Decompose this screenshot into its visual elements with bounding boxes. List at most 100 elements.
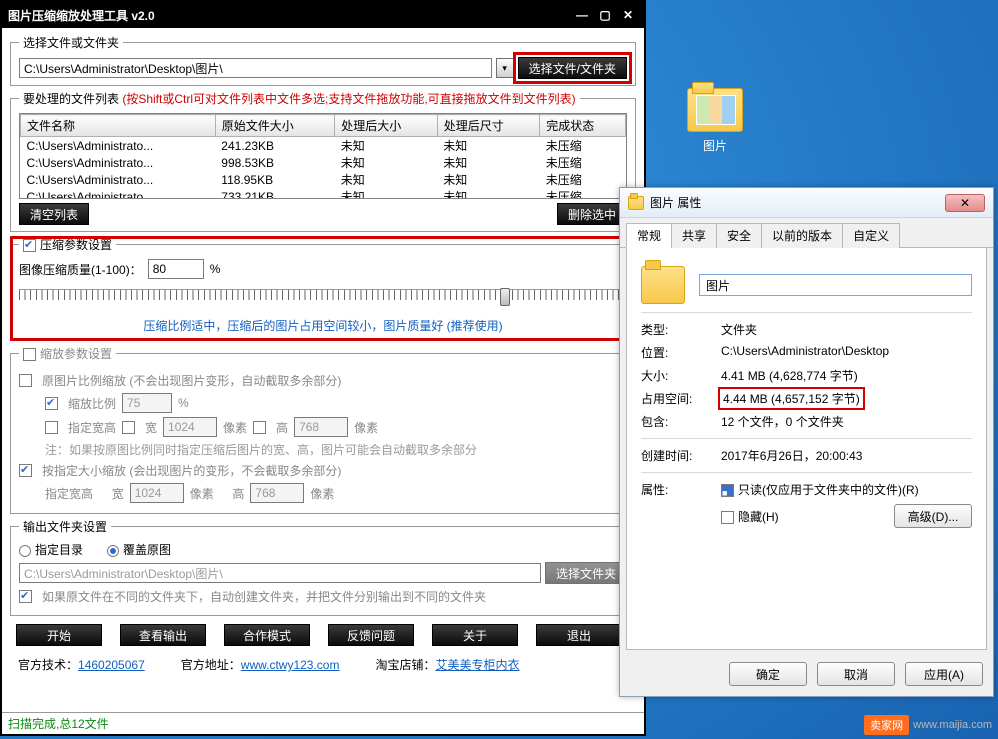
delete-selected-button[interactable]: 删除选中: [557, 203, 627, 225]
table-row[interactable]: C:\Users\Administrato...998.53KB未知未知未压缩: [21, 154, 626, 171]
fixwh-checkbox[interactable]: [45, 421, 58, 434]
type-value: 文件夹: [721, 321, 972, 338]
view-output-button[interactable]: 查看输出: [120, 624, 206, 646]
tab-security[interactable]: 安全: [716, 223, 762, 248]
disk-value: 4.44 MB (4,657,152 字节): [721, 390, 972, 407]
scale-section: 缩放参数设置 原图片比例缩放 (不会出现图片变形，自动截取多余部分) 缩放比例 …: [10, 345, 636, 514]
properties-titlebar[interactable]: 图片 属性 ✕: [620, 188, 993, 218]
scale-enable-checkbox[interactable]: [23, 348, 36, 361]
dir-radio[interactable]: [19, 545, 31, 557]
overwrite-radio[interactable]: [107, 545, 119, 557]
tab-previous[interactable]: 以前的版本: [761, 223, 843, 248]
close-icon[interactable]: [618, 7, 638, 23]
browse-button[interactable]: 选择文件/文件夹: [518, 57, 627, 79]
location-value: C:\Users\Administrator\Desktop: [721, 344, 972, 361]
table-row[interactable]: C:\Users\Administrato...118.95KB未知未知未压缩: [21, 171, 626, 188]
feedback-button[interactable]: 反馈问题: [328, 624, 414, 646]
compress-section: 压缩参数设置 图像压缩质量(1-100)： % 压缩比例适中，压缩后的图片占用空…: [10, 236, 636, 341]
apply-button[interactable]: 应用(A): [905, 662, 983, 686]
contains-value: 12 个文件，0 个文件夹: [721, 413, 972, 430]
watermark-logo: 卖家网: [864, 715, 909, 735]
readonly-checkbox[interactable]: [721, 484, 734, 497]
quality-slider[interactable]: [19, 289, 627, 313]
shop-link[interactable]: 艾美美专柜内衣: [436, 658, 520, 672]
col-origsize[interactable]: 原始文件大小: [215, 115, 334, 137]
output-browse-button[interactable]: 选择文件夹: [545, 562, 627, 584]
table-row[interactable]: C:\Users\Administrato...241.23KB未知未知未压缩: [21, 137, 626, 155]
filelist-section: 要处理的文件列表 (按Shift或Ctrl可对文件列表中文件多选;支持文件拖放功…: [10, 90, 636, 232]
properties-close-icon[interactable]: ✕: [945, 194, 985, 212]
properties-window: 图片 属性 ✕ 常规 共享 安全 以前的版本 自定义 类型:文件夹 位置:C:\…: [619, 187, 994, 697]
scale-note: 注：如果按原图比例同时指定压缩后图片的宽、高，图片可能会自动截取多余部分: [45, 441, 627, 458]
output-legend: 输出文件夹设置: [19, 518, 111, 535]
created-value: 2017年6月26日，20:00:43: [721, 447, 972, 464]
quality-input[interactable]: [148, 259, 204, 279]
tab-share[interactable]: 共享: [671, 223, 717, 248]
w-checkbox[interactable]: [122, 421, 135, 434]
ratio-checkbox[interactable]: [45, 397, 58, 410]
watermark: 卖家网 www.maijia.com: [864, 715, 992, 735]
autodir-checkbox[interactable]: [19, 590, 32, 603]
clear-list-button[interactable]: 清空列表: [19, 203, 89, 225]
quality-label: 图像压缩质量(1-100)：: [19, 261, 142, 278]
height2-input[interactable]: [250, 483, 304, 503]
size-value: 4.41 MB (4,628,774 字节): [721, 367, 972, 384]
table-row[interactable]: C:\Users\Administrato...733.21KB未知未知未压缩: [21, 188, 626, 199]
output-section: 输出文件夹设置 指定目录 覆盖原图 选择文件夹 如果原文件在不同的文件夹下，自动…: [10, 518, 636, 616]
path-dropdown-icon[interactable]: ▾: [496, 58, 514, 78]
exit-button[interactable]: 退出: [536, 624, 622, 646]
pct-label: %: [210, 262, 221, 276]
folder-name-input[interactable]: [699, 274, 972, 296]
coop-button[interactable]: 合作模式: [224, 624, 310, 646]
height-input[interactable]: [294, 417, 348, 437]
properties-body: 类型:文件夹 位置:C:\Users\Administrator\Desktop…: [626, 248, 987, 650]
filelist-legend: 要处理的文件列表 (按Shift或Ctrl可对文件列表中文件多选;支持文件拖放功…: [19, 90, 580, 107]
desktop-folder-label: 图片: [675, 136, 755, 155]
tab-custom[interactable]: 自定义: [842, 223, 900, 248]
app-window: 图片压缩缩放处理工具 v2.0 选择文件或文件夹 ▾ 选择文件/文件夹 要处理的…: [0, 0, 646, 736]
about-button[interactable]: 关于: [432, 624, 518, 646]
col-name[interactable]: 文件名称: [21, 115, 216, 137]
properties-tabs: 常规 共享 安全 以前的版本 自定义: [620, 218, 993, 248]
maximize-icon[interactable]: [595, 7, 615, 23]
properties-title: 图片 属性: [650, 194, 945, 211]
file-table[interactable]: 文件名称 原始文件大小 处理后大小 处理后尺寸 完成状态 C:\Users\Ad…: [19, 113, 627, 199]
bysize-checkbox[interactable]: [19, 464, 32, 477]
start-button[interactable]: 开始: [16, 624, 102, 646]
col-status[interactable]: 完成状态: [540, 115, 626, 137]
slider-knob-icon[interactable]: [500, 288, 510, 306]
ok-button[interactable]: 确定: [729, 662, 807, 686]
site-link[interactable]: www.ctwy123.com: [241, 658, 340, 672]
width-input[interactable]: [163, 417, 217, 437]
compress-hint: 压缩比例适中，压缩后的图片占用空间较小，图片质量好 (推荐使用): [19, 317, 627, 334]
folder-icon: [628, 196, 644, 210]
hidden-checkbox[interactable]: [721, 511, 734, 524]
folder-icon: [687, 88, 743, 132]
select-section: 选择文件或文件夹 ▾ 选择文件/文件夹: [10, 34, 636, 86]
tech-link[interactable]: 1460205067: [78, 658, 145, 672]
advanced-button[interactable]: 高级(D)...: [894, 504, 972, 528]
col-afterdim[interactable]: 处理后尺寸: [437, 115, 540, 137]
path-input[interactable]: [19, 58, 492, 78]
watermark-url: www.maijia.com: [913, 719, 992, 731]
title-text: 图片压缩缩放处理工具 v2.0: [8, 7, 569, 24]
links-row: 官方技术：1460205067 官方地址：www.ctwy123.com 淘宝店…: [10, 654, 636, 679]
col-aftersize[interactable]: 处理后大小: [335, 115, 438, 137]
keep-ratio-checkbox[interactable]: [19, 374, 32, 387]
minimize-icon[interactable]: [572, 7, 592, 23]
desktop-folder-icon[interactable]: 图片: [675, 88, 755, 155]
scale-legend: 缩放参数设置: [19, 345, 116, 362]
ratio-input[interactable]: [122, 393, 172, 413]
tab-general[interactable]: 常规: [626, 223, 672, 248]
statusbar: 扫描完成,总12文件: [2, 712, 644, 734]
compress-legend: 压缩参数设置: [19, 236, 116, 253]
width2-input[interactable]: [130, 483, 184, 503]
select-legend: 选择文件或文件夹: [19, 34, 123, 51]
output-path-input[interactable]: [19, 563, 541, 583]
compress-enable-checkbox[interactable]: [23, 239, 36, 252]
bottom-buttons: 开始 查看输出 合作模式 反馈问题 关于 退出: [10, 620, 636, 650]
folder-large-icon: [641, 266, 685, 304]
h-checkbox[interactable]: [253, 421, 266, 434]
titlebar[interactable]: 图片压缩缩放处理工具 v2.0: [2, 2, 644, 28]
cancel-button[interactable]: 取消: [817, 662, 895, 686]
